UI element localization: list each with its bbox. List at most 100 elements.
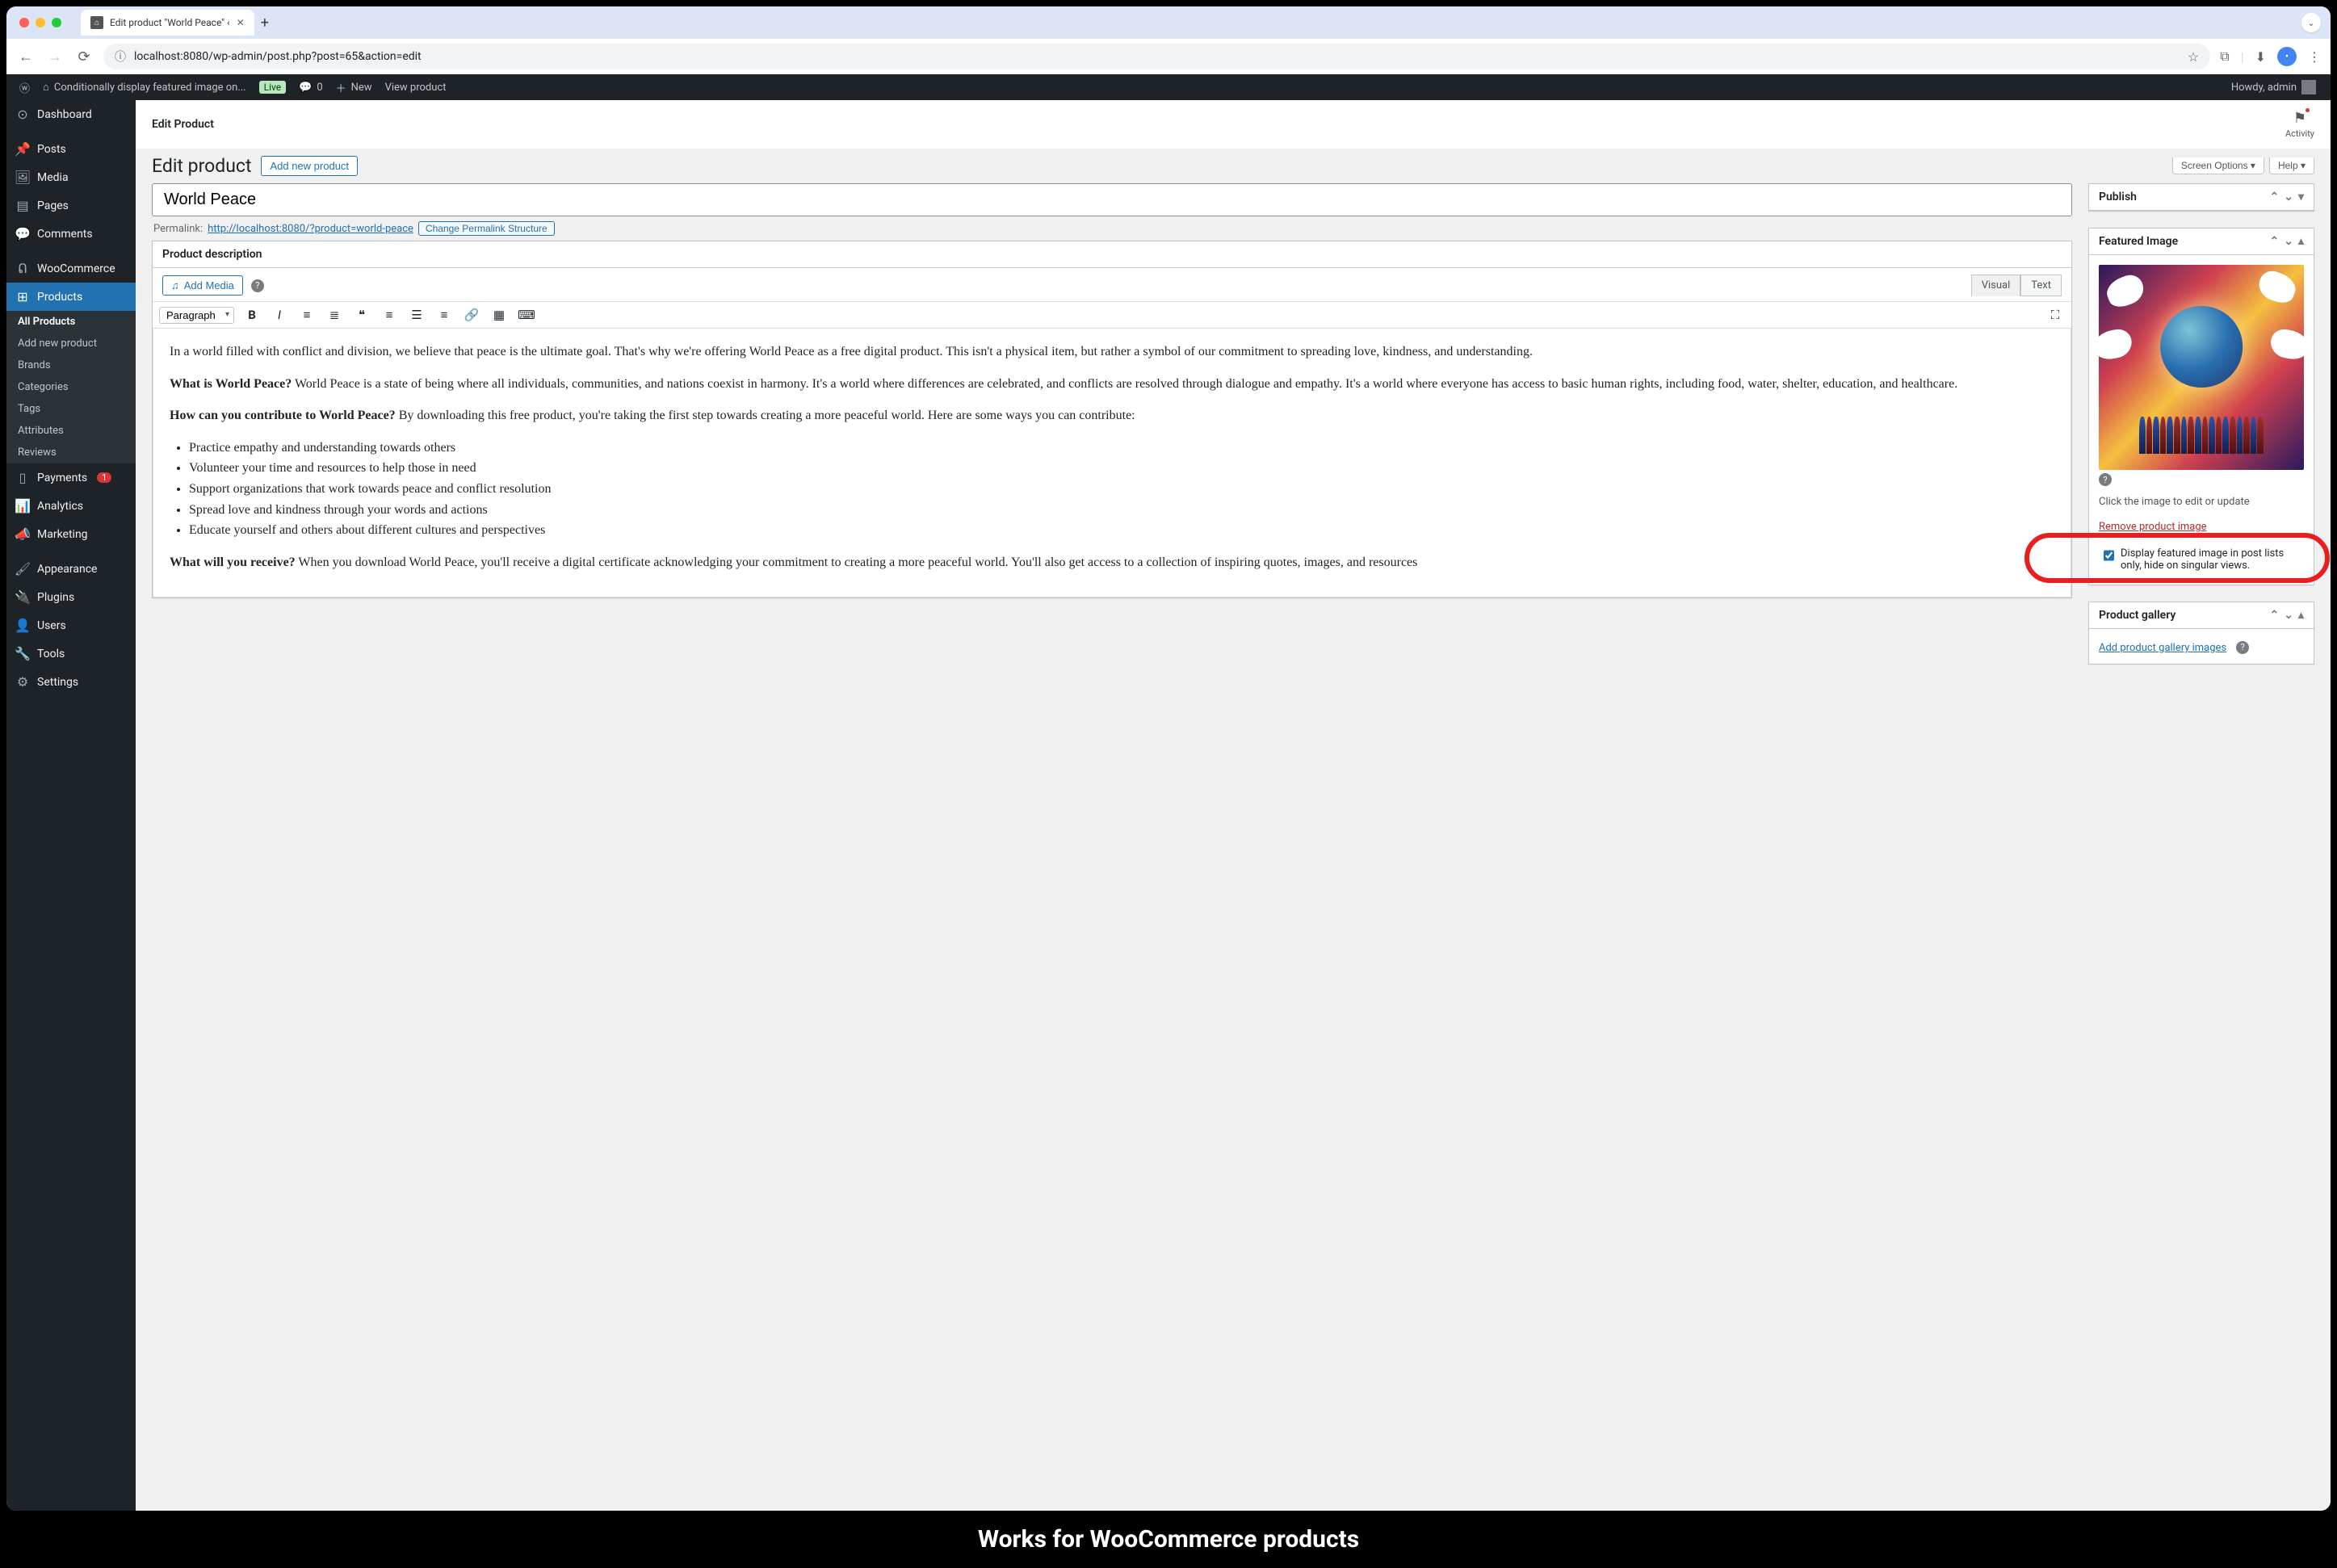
format-select[interactable]: Paragraph (159, 307, 234, 324)
minimize-window-button[interactable] (36, 18, 45, 27)
products-submenu: All Products Add new product Brands Cate… (6, 311, 136, 463)
menu-dashboard[interactable]: ⊙Dashboard (6, 100, 136, 128)
product-title-input[interactable] (152, 183, 2072, 216)
toggle-icon[interactable]: ▴ (2298, 609, 2304, 622)
wp-logo-menu[interactable]: ⓦ (13, 80, 36, 95)
move-down-icon[interactable]: ⌄ (2284, 609, 2293, 622)
add-new-product-button[interactable]: Add new product (261, 156, 358, 176)
align-right-button[interactable]: ≡ (434, 305, 454, 325)
display-featured-image-checkbox[interactable] (2104, 549, 2114, 562)
visual-tab[interactable]: Visual (1971, 275, 2021, 296)
screen-options-button[interactable]: Screen Options ▾ (2172, 157, 2264, 174)
menu-comments[interactable]: 💬Comments (6, 220, 136, 248)
move-up-icon[interactable]: ⌃ (2270, 235, 2280, 248)
products-icon: ⊞ (15, 289, 31, 304)
comments-menu[interactable]: 💬0 (292, 82, 329, 94)
display-featured-image-checkbox-row[interactable]: Display featured image in post lists onl… (2099, 544, 2304, 575)
menu-icon[interactable]: ⋮ (2308, 49, 2321, 65)
browser-toolbar: ← → ⟳ ⓘ localhost:8080/wp-admin/post.php… (6, 39, 2331, 74)
submenu-tags[interactable]: Tags (6, 398, 136, 420)
tab-close-icon[interactable]: ✕ (237, 17, 245, 28)
move-up-icon[interactable]: ⌃ (2270, 609, 2280, 622)
italic-button[interactable]: I (270, 305, 289, 325)
menu-pages[interactable]: ▤Pages (6, 191, 136, 220)
menu-media[interactable]: 🖼Media (6, 163, 136, 191)
submenu-all-products[interactable]: All Products (6, 311, 136, 333)
close-window-button[interactable] (19, 18, 29, 27)
profile-avatar[interactable]: • (2277, 47, 2297, 66)
submenu-brands[interactable]: Brands (6, 354, 136, 376)
toolbar-separator: | (2241, 49, 2244, 65)
toggle-icon[interactable]: ▴ (2298, 235, 2304, 248)
submenu-reviews[interactable]: Reviews (6, 442, 136, 463)
align-center-button[interactable]: ☰ (407, 305, 426, 325)
move-down-icon[interactable]: ⌄ (2284, 235, 2293, 248)
plugins-icon: 🔌 (15, 589, 31, 605)
menu-settings[interactable]: ⚙Settings (6, 668, 136, 696)
fullscreen-button[interactable]: ⛶ (2045, 305, 2065, 325)
back-button[interactable]: ← (16, 47, 36, 66)
comments-icon: 💬 (15, 226, 31, 241)
submenu-attributes[interactable]: Attributes (6, 420, 136, 442)
browser-tab-bar: ⌂ Edit product "World Peace" ‹ ✕ + ⌄ (6, 6, 2331, 39)
tabs-dropdown-button[interactable]: ⌄ (2301, 13, 2321, 32)
featured-image-thumbnail[interactable] (2099, 265, 2304, 470)
activity-button[interactable]: ⚑ Activity (2285, 110, 2314, 139)
menu-payments[interactable]: ▯Payments1 (6, 463, 136, 492)
forward-button[interactable]: → (45, 47, 65, 66)
permalink-label: Permalink: (153, 223, 203, 235)
view-product-link[interactable]: View product (379, 82, 453, 94)
extensions-icon[interactable]: ⧉ (2220, 48, 2229, 65)
permalink-link[interactable]: http://localhost:8080/?product=world-pea… (208, 223, 413, 235)
maximize-window-button[interactable] (52, 18, 61, 27)
add-gallery-images-link[interactable]: Add product gallery images (2099, 642, 2226, 654)
tab-title: Edit product "World Peace" ‹ (110, 17, 230, 28)
payments-badge: 1 (97, 472, 111, 483)
site-info-icon[interactable]: ⓘ (115, 48, 126, 65)
menu-analytics[interactable]: 📊Analytics (6, 492, 136, 520)
link-button[interactable]: 🔗 (462, 305, 481, 325)
bold-button[interactable]: B (242, 305, 262, 325)
browser-tab[interactable]: ⌂ Edit product "World Peace" ‹ ✕ (81, 10, 254, 36)
help-icon[interactable]: ? (251, 279, 264, 292)
site-name-menu[interactable]: ⌂Conditionally display featured image on… (36, 81, 253, 94)
keyboard-button[interactable]: ⌨ (517, 305, 536, 325)
menu-products[interactable]: ⊞Products (6, 283, 136, 311)
reload-button[interactable]: ⟳ (74, 47, 94, 66)
menu-plugins[interactable]: 🔌Plugins (6, 583, 136, 611)
menu-posts[interactable]: 📌Posts (6, 135, 136, 163)
blockquote-button[interactable]: ❝ (352, 305, 371, 325)
bullet-list-button[interactable]: ≡ (297, 305, 317, 325)
insert-more-button[interactable]: ▦ (489, 305, 509, 325)
submenu-add-new-product[interactable]: Add new product (6, 333, 136, 354)
toggle-icon[interactable]: ▾ (2298, 191, 2304, 203)
bookmark-icon[interactable]: ☆ (2188, 49, 2199, 65)
change-permalink-button[interactable]: Change Permalink Structure (418, 221, 555, 236)
submenu-categories[interactable]: Categories (6, 376, 136, 398)
address-bar[interactable]: ⓘ localhost:8080/wp-admin/post.php?post=… (103, 44, 2210, 69)
text-tab[interactable]: Text (2020, 275, 2062, 296)
remove-product-image-link[interactable]: Remove product image (2099, 521, 2207, 533)
add-media-button[interactable]: ♫Add Media (162, 275, 243, 296)
menu-tools[interactable]: 🔧Tools (6, 639, 136, 668)
menu-marketing[interactable]: 📣Marketing (6, 520, 136, 548)
product-description-box: Product description ♫Add Media ? Visual … (152, 241, 2072, 598)
checkbox-label: Display featured image in post lists onl… (2121, 547, 2304, 572)
help-icon[interactable]: ? (2099, 473, 2112, 486)
align-left-button[interactable]: ≡ (380, 305, 399, 325)
menu-users[interactable]: 👤Users (6, 611, 136, 639)
numbered-list-button[interactable]: ≣ (325, 305, 344, 325)
menu-woocommerce[interactable]: ᕠWooCommerce (6, 254, 136, 283)
move-down-icon[interactable]: ⌄ (2284, 191, 2293, 203)
live-badge[interactable]: Live (253, 81, 292, 94)
new-tab-button[interactable]: + (261, 15, 269, 31)
new-content-menu[interactable]: ＋New (329, 80, 379, 95)
help-icon[interactable]: ? (2236, 641, 2249, 654)
downloads-icon[interactable]: ⬇ (2255, 49, 2266, 65)
help-button[interactable]: Help ▾ (2269, 157, 2314, 174)
media-icon: ♫ (171, 279, 179, 291)
move-up-icon[interactable]: ⌃ (2270, 191, 2280, 203)
menu-appearance[interactable]: 🖌Appearance (6, 555, 136, 583)
user-menu[interactable]: Howdy, admin (2231, 80, 2324, 94)
editor-content[interactable]: In a world filled with conflict and divi… (153, 329, 2071, 597)
